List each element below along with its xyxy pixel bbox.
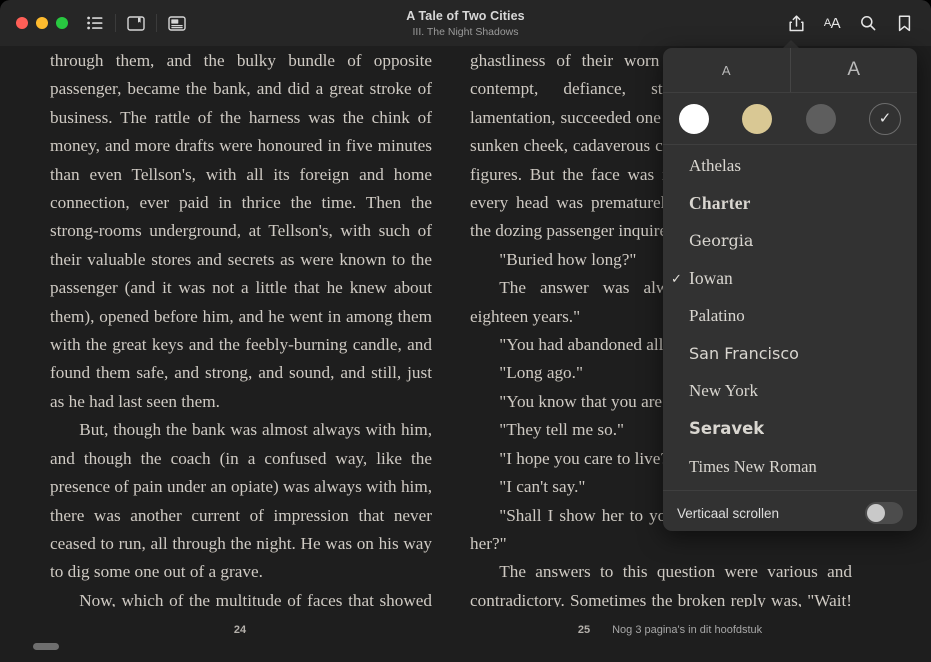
decrease-font-size-button[interactable]: A (663, 48, 791, 92)
paragraph: The answers to this question were variou… (470, 562, 852, 607)
page-left-text: through them, and the bulky bundle of op… (50, 47, 432, 607)
decrease-font-size-glyph: A (721, 62, 731, 78)
font-option-label: Charter (689, 192, 751, 213)
font-option-palatino[interactable]: Palatino (663, 297, 917, 335)
aa-small-glyph: A (823, 17, 831, 29)
paragraph: Now, which of the multitude of faces tha… (79, 590, 432, 607)
book-reader-window: A Tale of Two Cities III. The Night Shad… (0, 0, 931, 662)
font-option-label: Times New Roman (689, 456, 817, 476)
font-option-seravek[interactable]: Seravek (663, 410, 917, 448)
font-option-label: Seravek (689, 419, 765, 439)
toggle-knob (867, 504, 885, 522)
contents-icon[interactable] (80, 11, 110, 35)
theme-white[interactable] (679, 103, 709, 134)
check-icon: ✓ (671, 270, 682, 286)
font-option-san-francisco[interactable]: San Francisco (663, 335, 917, 373)
close-button[interactable] (16, 17, 28, 29)
font-option-label: New York (689, 381, 758, 401)
bookmark-icon[interactable] (891, 11, 917, 35)
page-right-footer: 25 Nog 3 pagina's in dit hoofdstuk (450, 624, 880, 636)
font-option-new-york[interactable]: New York (663, 373, 917, 411)
paragraph: But, though the bank was almost always w… (50, 420, 432, 582)
toolbar-divider-2 (156, 14, 157, 32)
share-icon[interactable] (783, 11, 809, 35)
increase-font-size-button[interactable]: A (791, 48, 918, 92)
window-controls (16, 17, 68, 29)
font-size-row: A A (663, 48, 917, 93)
chapter-progress-label: Nog 3 pagina's in dit hoofdstuk (612, 624, 763, 636)
paragraph: through them, and the bulky bundle of op… (50, 51, 432, 411)
minimize-button[interactable] (36, 17, 48, 29)
font-option-charter[interactable]: Charter (663, 185, 917, 223)
search-icon[interactable] (855, 11, 881, 35)
text-appearance-popover: A A ✓ Athelas Charter Georgia ✓ Iowan Palatin… (663, 48, 917, 531)
toolbar-divider-1 (115, 14, 116, 32)
notes-icon[interactable] (162, 11, 192, 35)
text-appearance-icon[interactable]: AA (819, 11, 845, 35)
theme-sepia[interactable] (742, 103, 773, 134)
vertical-scroll-row[interactable]: Verticaal scrollen (663, 490, 917, 531)
font-option-athelas[interactable]: Athelas (663, 147, 917, 185)
check-icon: ✓ (878, 110, 892, 127)
font-option-iowan[interactable]: ✓ Iowan (663, 260, 917, 298)
horizontal-scrollbar-thumb[interactable] (33, 643, 59, 650)
page-left-footer: 24 (30, 624, 450, 636)
font-option-label: San Francisco (689, 344, 799, 364)
page-number-left: 24 (233, 624, 247, 636)
theme-dark[interactable]: ✓ (868, 102, 901, 135)
font-option-times-new-roman[interactable]: Times New Roman (663, 448, 917, 486)
right-toolbar: AA (783, 11, 917, 35)
aa-large-glyph: A (830, 14, 841, 32)
font-list[interactable]: Athelas Charter Georgia ✓ Iowan Palatino San F… (663, 145, 917, 490)
page-left[interactable]: through them, and the bulky bundle of op… (30, 46, 450, 662)
increase-font-size-glyph: A (847, 59, 861, 80)
theme-swatch-row: ✓ (663, 93, 917, 145)
vertical-scroll-label: Verticaal scrollen (677, 505, 780, 521)
left-toolbar (80, 11, 192, 35)
font-option-label: Athelas (689, 155, 741, 175)
font-option-label: Iowan (689, 268, 733, 289)
maximize-button[interactable] (56, 17, 68, 29)
font-option-label: Georgia (689, 231, 754, 251)
vertical-scroll-toggle[interactable] (865, 502, 903, 524)
theme-gray[interactable] (805, 103, 836, 134)
font-option-georgia[interactable]: Georgia (663, 222, 917, 260)
page-number-right: 25 (577, 624, 591, 636)
font-option-label: Palatino (689, 306, 745, 326)
bookmarks-icon[interactable] (121, 11, 151, 35)
